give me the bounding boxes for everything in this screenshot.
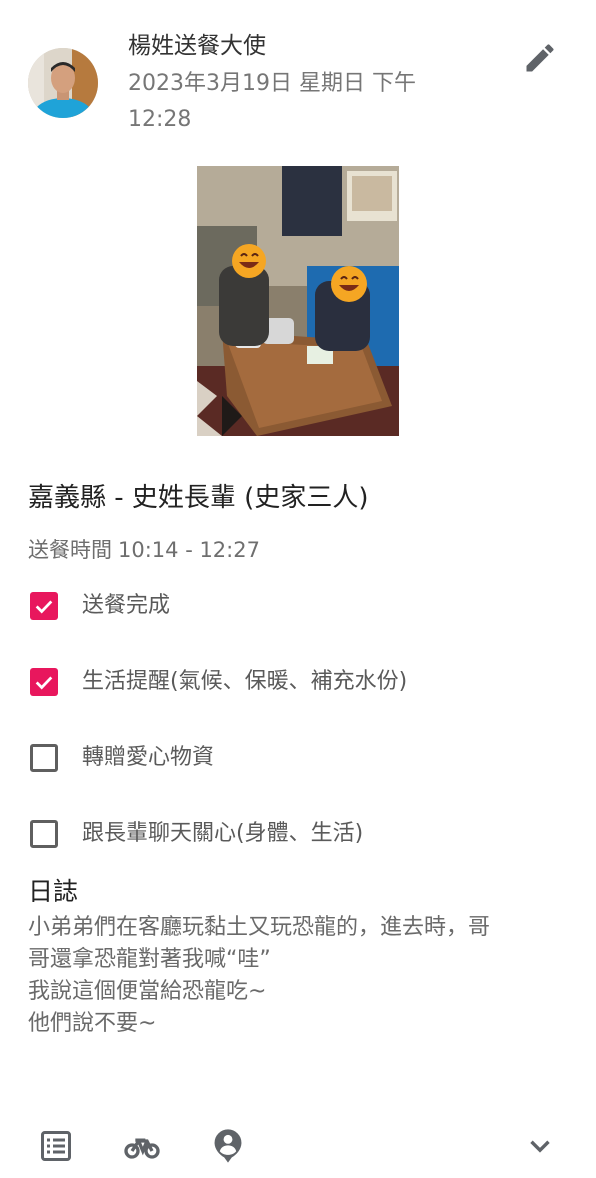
delivery-photo[interactable] bbox=[197, 166, 399, 436]
recipient-title: 嘉義縣 - 史姓長輩 (史家三人) bbox=[28, 483, 369, 513]
log-line: 他們說不要~ bbox=[28, 1011, 157, 1036]
post-timestamp-date: 2023年3月19日 星期日 下午 bbox=[128, 71, 416, 96]
checklist-item-chat-care[interactable]: 跟長輩聊天關心(身體、生活) bbox=[28, 814, 363, 854]
delivery-time: 送餐時間 10:14 - 12:27 bbox=[28, 534, 266, 566]
person-pin-icon bbox=[214, 1129, 242, 1163]
pencil-icon bbox=[526, 44, 554, 72]
checklist-item-donated-supplies[interactable]: 轉贈愛心物資 bbox=[28, 738, 214, 778]
avatar[interactable] bbox=[28, 48, 98, 118]
checklist-item-label: 轉贈愛心物資 bbox=[82, 745, 215, 770]
checkmark-icon bbox=[35, 600, 53, 614]
log-title: 日誌 bbox=[28, 877, 79, 906]
delivery-time-range: 10:14 - 12:27 bbox=[118, 538, 260, 562]
person-location-button[interactable] bbox=[206, 1124, 250, 1168]
checklist-item-label: 送餐完成 bbox=[82, 593, 171, 618]
checkmark-icon bbox=[35, 676, 53, 690]
log-body: 小弟弟們在客廳玩黏土又玩恐龍的，進去時，哥 哥還拿恐龍對著我喊“哇” 我說這個便… bbox=[28, 912, 574, 1040]
log-line: 我說這個便當給恐龍吃~ bbox=[28, 979, 267, 1004]
checkbox-checked[interactable] bbox=[30, 592, 58, 620]
checkbox-unchecked[interactable] bbox=[30, 820, 58, 848]
chevron-down-icon bbox=[530, 1140, 550, 1153]
post-header: 楊姓送餐大使 2023年3月19日 星期日 下午 12:28 bbox=[0, 0, 596, 150]
author-name: 楊姓送餐大使 bbox=[128, 33, 266, 59]
edit-button[interactable] bbox=[518, 36, 562, 80]
bottom-action-bar bbox=[0, 1118, 596, 1174]
checklist-item-life-reminder[interactable]: 生活提醒(氣候、保暖、補充水份) bbox=[28, 662, 407, 702]
list-icon bbox=[41, 1131, 71, 1161]
list-button[interactable] bbox=[34, 1124, 78, 1168]
checklist-item-delivery-complete[interactable]: 送餐完成 bbox=[28, 586, 170, 626]
delivery-time-label: 送餐時間 bbox=[28, 538, 112, 562]
ride-button[interactable] bbox=[120, 1124, 164, 1168]
checkbox-unchecked[interactable] bbox=[30, 744, 58, 772]
expand-button[interactable] bbox=[518, 1124, 562, 1168]
checkbox-checked[interactable] bbox=[30, 668, 58, 696]
log-line: 哥還拿恐龍對著我喊“哇” bbox=[28, 947, 271, 972]
checklist-item-label: 跟長輩聊天關心(身體、生活) bbox=[82, 821, 364, 846]
post-timestamp: 2023年3月19日 星期日 下午 12:28 bbox=[128, 66, 468, 138]
avatar-image bbox=[28, 48, 98, 118]
bicycle-icon bbox=[124, 1138, 160, 1159]
post-timestamp-time: 12:28 bbox=[128, 107, 192, 132]
log-line: 小弟弟們在客廳玩黏土又玩恐龍的，進去時，哥 bbox=[28, 915, 491, 940]
delivery-photo-image bbox=[197, 166, 399, 436]
checklist-item-label: 生活提醒(氣候、保暖、補充水份) bbox=[82, 669, 408, 694]
